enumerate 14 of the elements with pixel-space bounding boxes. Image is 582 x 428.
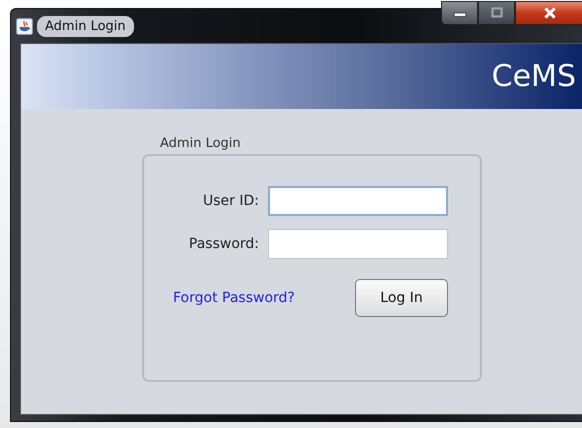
group-title: Admin Login [160, 136, 241, 151]
login-button[interactable]: Log In [355, 279, 448, 317]
close-icon [542, 7, 558, 19]
input-field[interactable] [268, 186, 448, 216]
input-field[interactable] [268, 229, 448, 259]
field-label: User ID: [203, 193, 259, 209]
field-label: Password: [188, 236, 259, 252]
banner-title: CeMS [492, 59, 576, 94]
close-button[interactable] [515, 1, 582, 25]
forgot-password-link[interactable]: Forgot Password? [173, 290, 295, 306]
minimize-button[interactable] [441, 1, 478, 25]
java-cup-icon [16, 18, 33, 34]
maximize-icon [488, 7, 504, 19]
window-title: Admin Login [37, 16, 134, 36]
